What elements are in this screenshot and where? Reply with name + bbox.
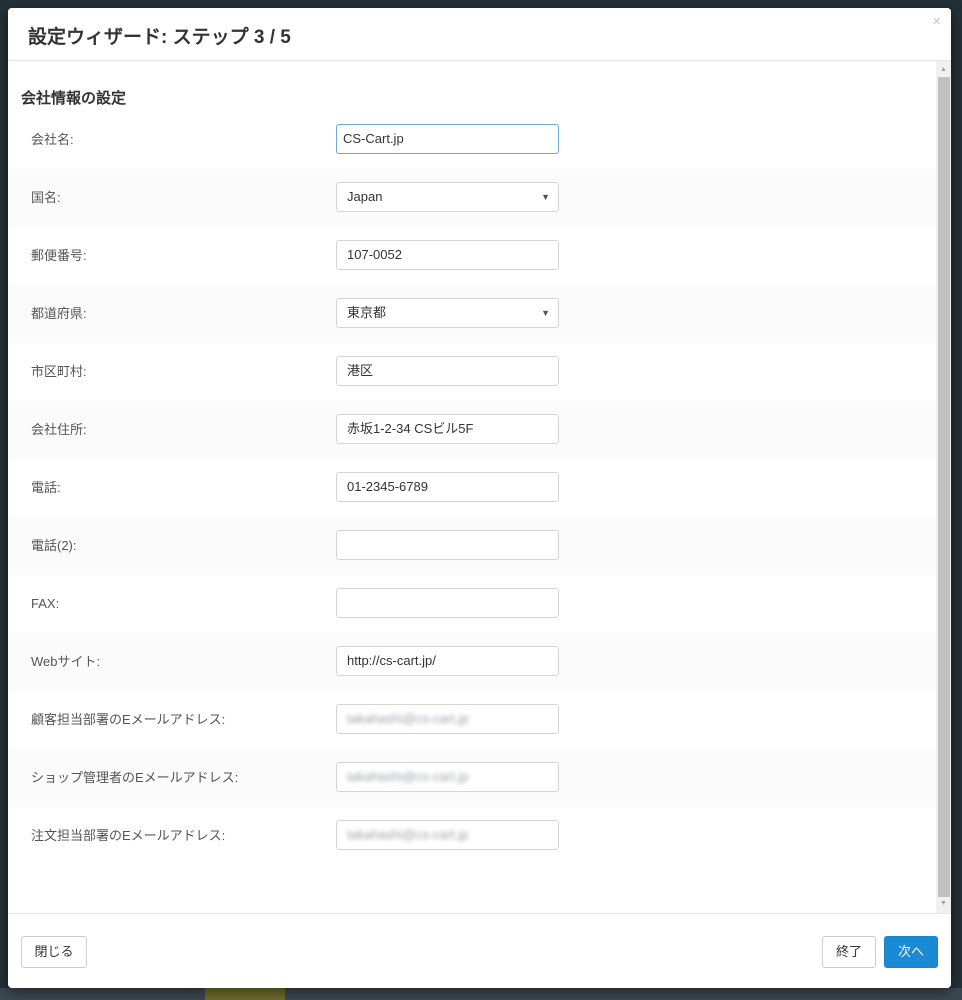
close-icon[interactable]: × (932, 14, 941, 29)
form-row-users-email: 顧客担当部署のEメールアドレス: takahashi@cs-cart.jp (8, 691, 936, 749)
field-label: 都道府県: (31, 306, 87, 321)
state-select[interactable]: 東京都 ▼ (336, 298, 559, 328)
email-value: takahashi@cs-cart.jp (347, 827, 469, 842)
city-input[interactable]: 港区 (336, 356, 559, 386)
form-row-orders-email: 注文担当部署のEメールアドレス: takahashi@cs-cart.jp (8, 807, 936, 865)
users-department-email-input[interactable]: takahashi@cs-cart.jp (336, 704, 559, 734)
country-select[interactable]: Japan ▼ (336, 182, 559, 212)
country-select-value: Japan (347, 189, 383, 204)
vertical-scrollbar[interactable]: ▲ ▼ (936, 61, 951, 913)
modal-footer: 閉じる 終了 次へ (8, 913, 951, 988)
field-label: 顧客担当部署のEメールアドレス: (31, 712, 226, 727)
form-row-website: Webサイト: http://cs-cart.jp/ (8, 633, 936, 691)
chevron-down-icon: ▼ (541, 192, 550, 202)
setup-wizard-modal: 設定ウィザード: ステップ 3 / 5 × 会社情報の設定 会社名: CS-Ca… (8, 8, 951, 988)
section-title: 会社情報の設定 (21, 90, 127, 107)
form-row-state: 都道府県: 東京都 ▼ (8, 285, 936, 343)
form-row-country: 国名: Japan ▼ (8, 169, 936, 227)
field-label: 会社住所: (31, 422, 87, 437)
modal-body: 会社情報の設定 会社名: CS-Cart.jp 国名: Japan ▼ 郵便番号… (8, 61, 936, 913)
modal-title: 設定ウィザード: ステップ 3 / 5 (28, 27, 291, 48)
email-value: takahashi@cs-cart.jp (347, 711, 469, 726)
address-input[interactable]: 赤坂1-2-34 CSビル5F (336, 414, 559, 444)
scroll-up-icon[interactable]: ▲ (936, 63, 951, 77)
field-label: 郵便番号: (31, 248, 87, 263)
field-label: FAX: (31, 596, 60, 611)
finish-button[interactable]: 終了 (822, 936, 876, 968)
field-label: ショップ管理者のEメールアドレス: (31, 770, 239, 785)
state-select-value: 東京都 (347, 305, 387, 320)
field-label: 国名: (31, 190, 61, 205)
background-page (0, 988, 962, 1000)
orders-department-email-input[interactable]: takahashi@cs-cart.jp (336, 820, 559, 850)
field-label: Webサイト: (31, 654, 101, 669)
form-row-phone: 電話: 01-2345-6789 (8, 459, 936, 517)
background-decoration (205, 988, 285, 1000)
scrollbar-thumb[interactable] (938, 77, 950, 897)
field-label: 市区町村: (31, 364, 87, 379)
fax-input[interactable] (336, 588, 559, 618)
form-row-phone2: 電話(2): (8, 517, 936, 575)
form-row-admin-email: ショップ管理者のEメールアドレス: takahashi@cs-cart.jp (8, 749, 936, 807)
form-row-zipcode: 郵便番号: 107-0052 (8, 227, 936, 285)
phone-input[interactable]: 01-2345-6789 (336, 472, 559, 502)
field-label: 注文担当部署のEメールアドレス: (31, 828, 226, 843)
zipcode-input[interactable]: 107-0052 (336, 240, 559, 270)
next-button[interactable]: 次へ (884, 936, 938, 968)
form-row-fax: FAX: (8, 575, 936, 633)
company-name-input[interactable]: CS-Cart.jp (336, 124, 559, 154)
scroll-down-icon[interactable]: ▼ (936, 897, 951, 911)
field-label: 電話(2): (31, 538, 77, 553)
chevron-down-icon: ▼ (541, 308, 550, 318)
field-label: 電話: (31, 480, 61, 495)
website-input[interactable]: http://cs-cart.jp/ (336, 646, 559, 676)
close-button[interactable]: 閉じる (21, 936, 87, 968)
form-row-company-name: 会社名: CS-Cart.jp (8, 111, 936, 169)
field-label: 会社名: (31, 132, 74, 147)
modal-header: 設定ウィザード: ステップ 3 / 5 × (8, 8, 951, 61)
form-row-city: 市区町村: 港区 (8, 343, 936, 401)
email-value: takahashi@cs-cart.jp (347, 769, 469, 784)
site-administrator-email-input[interactable]: takahashi@cs-cart.jp (336, 762, 559, 792)
form-row-address: 会社住所: 赤坂1-2-34 CSビル5F (8, 401, 936, 459)
phone2-input[interactable] (336, 530, 559, 560)
